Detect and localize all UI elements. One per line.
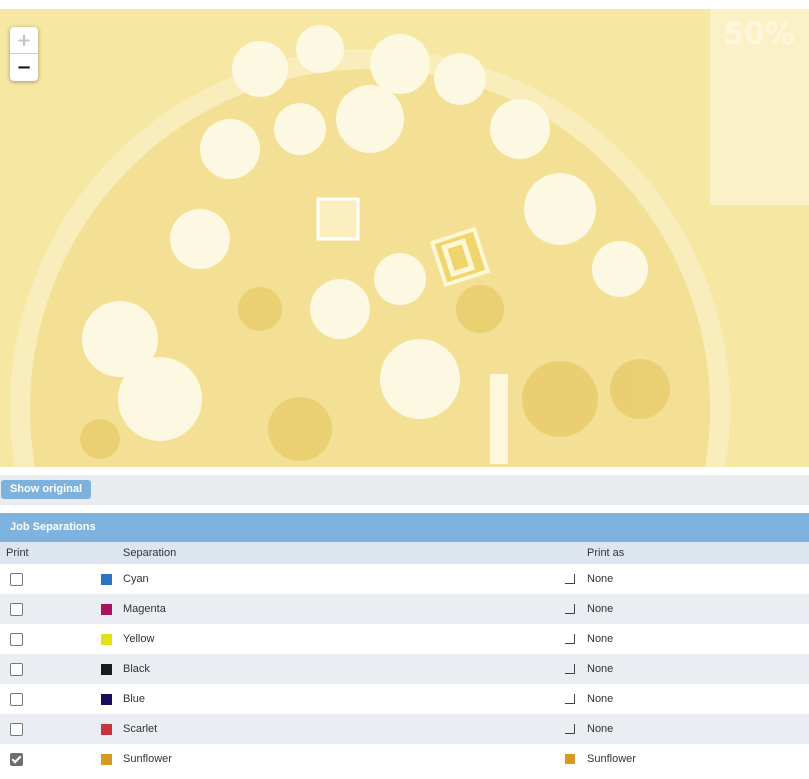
separation-color-swatch	[101, 604, 112, 615]
column-header-row: Print Separation Print as	[0, 542, 809, 564]
separation-row-magenta: Magenta None	[0, 594, 809, 624]
separation-color-swatch	[101, 754, 112, 765]
print-as-dropdown-icon[interactable]	[565, 724, 575, 734]
separation-color-swatch	[101, 664, 112, 675]
separation-name: Yellow	[123, 633, 155, 645]
separation-name: Black	[123, 663, 150, 675]
print-checkbox[interactable]	[10, 573, 23, 586]
column-header-separation: Separation	[123, 547, 177, 559]
separation-row-blue: Blue None	[0, 684, 809, 714]
column-header-print: Print	[6, 547, 29, 559]
separation-name: Magenta	[123, 603, 166, 615]
zoom-out-button[interactable]: −	[10, 54, 38, 81]
print-as-dropdown-icon[interactable]	[565, 754, 575, 764]
separation-color-swatch	[101, 724, 112, 735]
preview-image	[0, 9, 809, 467]
separation-name: Sunflower	[123, 753, 172, 765]
preview-toolbar: Show original	[0, 475, 809, 505]
zoom-control: + −	[10, 27, 38, 81]
separation-color-swatch	[101, 574, 112, 585]
separation-row-cyan: Cyan None	[0, 564, 809, 594]
show-original-button[interactable]: Show original	[1, 480, 91, 499]
separation-rows: Cyan None Magenta None Yellow None Black None Bl…	[0, 564, 809, 774]
print-as-dropdown-icon[interactable]	[565, 664, 575, 674]
column-header-print-as: Print as	[587, 547, 625, 559]
separation-name: Cyan	[123, 573, 149, 585]
separation-color-swatch	[101, 694, 112, 705]
print-checkbox[interactable]	[10, 693, 23, 706]
separation-row-black: Black None	[0, 654, 809, 684]
separation-name: Blue	[123, 693, 146, 705]
job-separations-panel: Job Separations Print Separation Print a…	[0, 513, 809, 774]
separation-color-swatch	[101, 634, 112, 645]
print-as-value[interactable]: None	[587, 714, 613, 744]
print-as-value[interactable]: None	[587, 564, 613, 594]
print-as-value[interactable]: None	[587, 624, 613, 654]
print-as-dropdown-icon[interactable]	[565, 574, 575, 584]
print-as-value[interactable]: None	[587, 684, 613, 714]
separation-row-yellow: Yellow None	[0, 624, 809, 654]
panel-title: Job Separations	[0, 513, 809, 542]
print-as-dropdown-icon[interactable]	[565, 694, 575, 704]
separation-row-scarlet: Scarlet None	[0, 714, 809, 744]
print-checkbox[interactable]	[10, 633, 23, 646]
print-as-dropdown-icon[interactable]	[565, 634, 575, 644]
separation-preview[interactable]: + − 50%	[0, 9, 809, 467]
print-checkbox[interactable]	[10, 753, 23, 766]
print-as-value[interactable]: None	[587, 654, 613, 684]
separation-name: Scarlet	[123, 723, 158, 735]
print-checkbox[interactable]	[10, 723, 23, 736]
print-as-value[interactable]: Sunflower	[587, 744, 636, 774]
print-checkbox[interactable]	[10, 603, 23, 616]
zoom-level-label: 50%	[723, 17, 795, 52]
print-as-value[interactable]: None	[587, 594, 613, 624]
separation-row-sunflower: Sunflower Sunflower	[0, 744, 809, 774]
print-checkbox[interactable]	[10, 663, 23, 676]
zoom-in-button[interactable]: +	[10, 27, 38, 54]
print-as-dropdown-icon[interactable]	[565, 604, 575, 614]
